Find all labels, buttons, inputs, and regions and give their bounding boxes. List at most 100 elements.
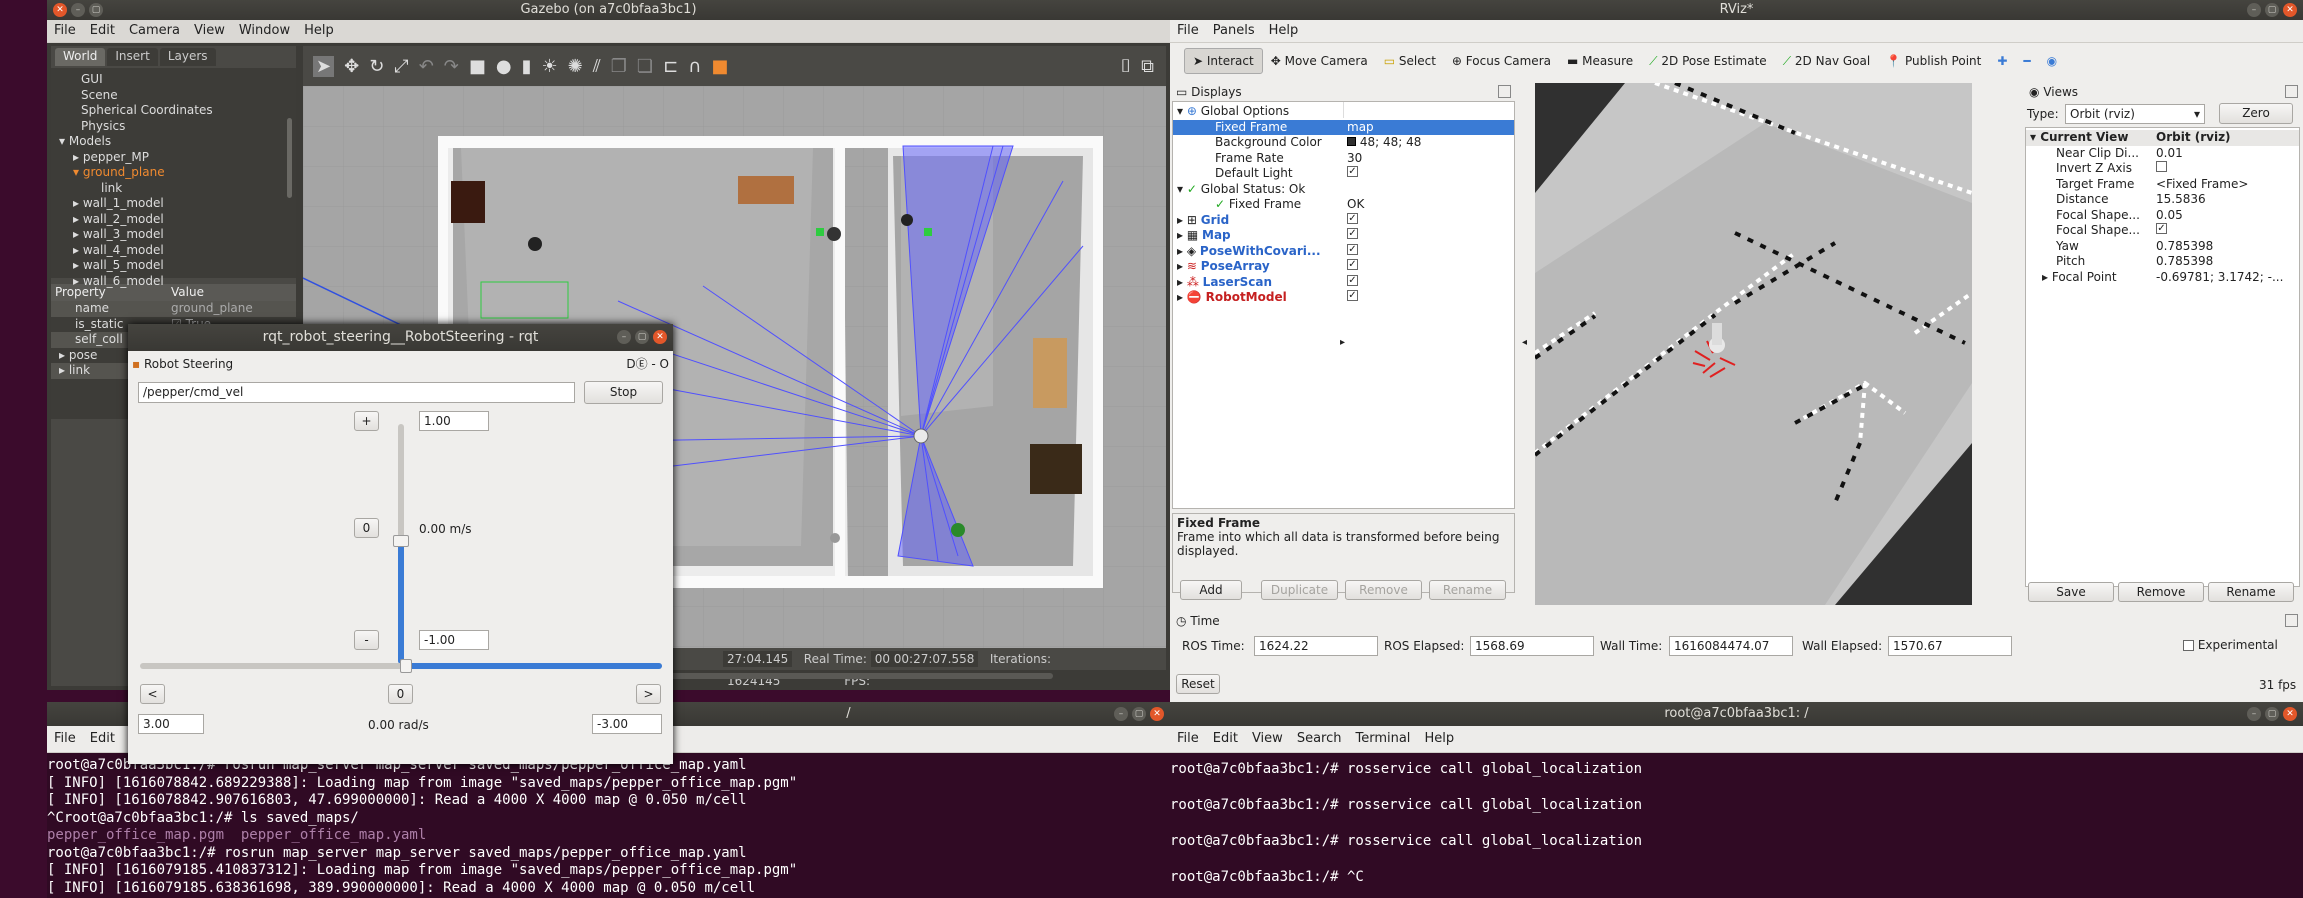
display-global-status[interactable]: ▾ ✓ Global Status: Ok	[1173, 182, 1514, 198]
tree-item-ground-plane[interactable]: ▾ ground_plane	[73, 165, 296, 181]
checkbox[interactable]	[2156, 161, 2167, 172]
tree-item-gui[interactable]: GUI	[81, 72, 296, 88]
close-icon[interactable]: ✕	[53, 3, 67, 17]
view-prop[interactable]: Focal Shape... ✓	[2026, 223, 2299, 239]
checkbox[interactable]: ✓	[1347, 259, 1358, 270]
align-icon[interactable]: ⊏	[663, 56, 678, 77]
right-terminal-titlebar[interactable]: root@a7c0bfaa3bc1: / – ▢ ✕	[1170, 702, 2303, 726]
minimize-icon[interactable]: –	[71, 3, 85, 17]
record-icon[interactable]: ⧉	[1141, 56, 1154, 77]
checkbox[interactable]: ✓	[1347, 290, 1358, 301]
view-prop[interactable]: Yaw 0.785398	[2026, 239, 2299, 255]
view-prop[interactable]: Near Clip Di... 0.01	[2026, 146, 2299, 162]
rotate-icon[interactable]: ↻	[369, 56, 384, 77]
minimize-icon[interactable]: –	[2247, 707, 2261, 721]
experimental-checkbox[interactable]: Experimental	[2183, 638, 2278, 652]
menu-search[interactable]: Search	[1290, 728, 1349, 749]
minimize-icon[interactable]: –	[617, 330, 631, 344]
panel-float-icon[interactable]	[1498, 85, 1511, 98]
tree-scrollbar[interactable]	[287, 118, 292, 198]
right-terminal-output[interactable]: root@a7c0bfaa3bc1:/# rosservice call glo…	[1170, 753, 2303, 898]
camera-settings-icon[interactable]: ◉	[2039, 49, 2065, 73]
view-prop[interactable]: ▸ Focal Point -0.69781; 3.1742; -...	[2026, 270, 2299, 286]
maximize-icon[interactable]: ▢	[635, 330, 649, 344]
tool-2d-pose-estimate[interactable]: ⟋ 2D Pose Estimate	[1641, 49, 1775, 73]
tab-insert[interactable]: Insert	[107, 48, 158, 66]
decrease-linear-button[interactable]: -	[354, 630, 379, 650]
max-linear-input[interactable]: 1.00	[419, 411, 489, 431]
ros-elapsed-field[interactable]: 1568.69	[1470, 636, 1594, 656]
sphere-icon[interactable]: ●	[496, 56, 512, 77]
zero-angular-button[interactable]: 0	[388, 684, 413, 704]
duplicate-display-button[interactable]: Duplicate	[1261, 580, 1338, 600]
display-background-color[interactable]: Background Color 48; 48; 48	[1173, 135, 1514, 151]
tree-item-wall1[interactable]: ▸ wall_1_model	[73, 196, 296, 212]
menu-camera[interactable]: Camera	[122, 20, 187, 41]
menu-file[interactable]: File	[47, 20, 83, 41]
max-angular-input[interactable]: 3.00	[138, 714, 204, 734]
left-terminal-output[interactable]: root@a7c0bfaa3bc1:/# rosrun map_server m…	[47, 753, 1170, 898]
tool-measure[interactable]: ▬ Measure	[1559, 49, 1641, 73]
menu-edit[interactable]: Edit	[1206, 728, 1245, 749]
close-icon[interactable]: ✕	[2283, 707, 2297, 721]
min-angular-input[interactable]: -3.00	[592, 714, 662, 734]
rename-view-button[interactable]: Rename	[2208, 582, 2294, 602]
display-pose-array[interactable]: ▸ ≋ PoseArray ✓	[1173, 259, 1514, 275]
turn-right-button[interactable]: >	[636, 684, 661, 704]
rviz-3d-view[interactable]	[1535, 83, 1972, 605]
display-map[interactable]: ▸ ▦ Map ✓	[1173, 228, 1514, 244]
tree-item-spherical[interactable]: Spherical Coordinates	[81, 103, 296, 119]
ros-time-field[interactable]: 1624.22	[1254, 636, 1378, 656]
close-icon[interactable]: ✕	[1150, 707, 1164, 721]
tab-world[interactable]: World	[55, 48, 106, 66]
increase-linear-button[interactable]: +	[354, 411, 379, 431]
maximize-icon[interactable]: ▢	[89, 3, 103, 17]
spot-light-icon[interactable]: ⫽	[593, 56, 601, 77]
panel-float-icon[interactable]	[2285, 614, 2298, 627]
menu-terminal[interactable]: Terminal	[1348, 728, 1417, 749]
collapse-right-icon[interactable]: ▸	[1340, 337, 1345, 348]
menu-help[interactable]: Help	[297, 20, 341, 41]
tree-item-scene[interactable]: Scene	[81, 88, 296, 104]
tree-item-physics[interactable]: Physics	[81, 119, 296, 135]
translate-icon[interactable]: ✥	[344, 56, 359, 77]
redo-icon[interactable]: ↷	[444, 56, 459, 77]
cylinder-icon[interactable]: ▮	[522, 56, 532, 77]
view-prop[interactable]: Distance 15.5836	[2026, 192, 2299, 208]
display-pose-with-covariance[interactable]: ▸ ◈ PoseWithCovari... ✓	[1173, 243, 1514, 260]
view-prop[interactable]: Focal Shape... 0.05	[2026, 208, 2299, 224]
undo-icon[interactable]: ↶	[419, 56, 434, 77]
menu-edit[interactable]: Edit	[83, 728, 122, 749]
linear-slider-handle[interactable]	[393, 535, 409, 547]
collapse-left-icon[interactable]: ◂	[1522, 337, 1527, 348]
panel-float-icon[interactable]	[2285, 85, 2298, 98]
display-grid[interactable]: ▸ ⊞ Grid ✓	[1173, 212, 1514, 229]
close-icon[interactable]: ✕	[2283, 3, 2297, 17]
gazebo-titlebar[interactable]: Gazebo (on a7c0bfaa3bc1) ✕ – ▢	[47, 0, 1170, 20]
checkbox[interactable]: ✓	[2156, 223, 2167, 234]
box-icon[interactable]: ■	[469, 56, 486, 77]
menu-window[interactable]: Window	[232, 20, 297, 41]
tree-item-wall4[interactable]: ▸ wall_4_model	[73, 243, 296, 259]
tree-item-wall2[interactable]: ▸ wall_2_model	[73, 212, 296, 228]
menu-file[interactable]: File	[1170, 728, 1206, 749]
menu-view[interactable]: View	[187, 20, 232, 41]
tool-move-camera[interactable]: ✥ Move Camera	[1263, 49, 1376, 73]
reset-button[interactable]: Reset	[1176, 674, 1220, 694]
paste-icon[interactable]: ❏	[637, 56, 653, 77]
remove-tool-icon[interactable]: ━	[2015, 49, 2038, 73]
view-prop[interactable]: Invert Z Axis	[2026, 161, 2299, 177]
expand-icon[interactable]: ▾	[73, 165, 83, 179]
tree-item-pepper[interactable]: ▸ pepper_MP	[73, 150, 296, 166]
minimize-icon[interactable]: –	[1114, 707, 1128, 721]
tab-layers[interactable]: Layers	[159, 48, 216, 66]
min-linear-input[interactable]: -1.00	[419, 630, 489, 650]
menu-help[interactable]: Help	[1262, 20, 1306, 41]
tree-item-wall5[interactable]: ▸ wall_5_model	[73, 258, 296, 274]
add-display-button[interactable]: Add	[1180, 580, 1242, 600]
scale-icon[interactable]: ⤢	[394, 56, 408, 77]
tool-interact[interactable]: ➤ Interact	[1184, 48, 1263, 74]
checkbox[interactable]: ✓	[1347, 274, 1358, 286]
maximize-icon[interactable]: ▢	[2265, 707, 2279, 721]
checkbox[interactable]: ✓	[1347, 212, 1358, 224]
